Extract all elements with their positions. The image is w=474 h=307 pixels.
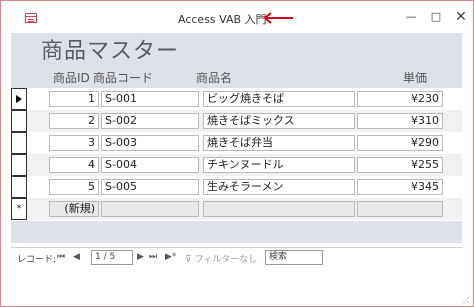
table-row[interactable]: 3 S-003 焼きそば弁当 ¥290: [11, 132, 462, 154]
current-record-pointer-icon: [16, 95, 22, 103]
product-code-field[interactable]: S-001: [101, 91, 199, 107]
table-row[interactable]: 4 S-004 チキンヌードル ¥255: [11, 154, 462, 176]
table-row[interactable]: 2 S-002 焼きそばミックス ¥310: [11, 110, 462, 132]
search-input[interactable]: 検索: [265, 250, 323, 265]
record-label: レコード:: [17, 255, 57, 265]
unit-price-field[interactable]: ¥310: [357, 113, 443, 129]
new-record-selector-icon[interactable]: *: [11, 198, 27, 220]
previous-record-icon[interactable]: ◀: [73, 252, 80, 262]
red-arrow-annotation: [263, 12, 293, 24]
new-record-icon[interactable]: ▶*: [165, 252, 176, 262]
window-title: Access VAB 入門: [178, 13, 267, 26]
product-id-field[interactable]: 4: [49, 157, 99, 173]
unit-price-field[interactable]: ¥290: [357, 135, 443, 151]
product-code-field[interactable]: S-002: [101, 113, 199, 129]
record-navigation-bar: レコード: ⏮ ◀ 1 / 5 ▶ ⏭ ▶* ⊽ フィルターなし 検索: [11, 247, 462, 268]
record-position-input[interactable]: 1 / 5: [91, 250, 133, 265]
title-bar[interactable]: Access VAB 入門 — □ ✕: [1, 1, 473, 33]
column-header-name: 商品名: [196, 71, 233, 85]
product-name-field[interactable]: チキンヌードル: [203, 157, 355, 173]
product-code-field[interactable]: S-003: [101, 135, 199, 151]
first-record-icon[interactable]: ⏮: [57, 252, 65, 262]
record-selector[interactable]: [11, 88, 27, 110]
product-id-field[interactable]: 2: [49, 113, 99, 129]
product-code-field[interactable]: [101, 201, 199, 217]
unit-price-field[interactable]: ¥230: [357, 91, 443, 107]
record-selector[interactable]: [11, 154, 27, 176]
record-selector[interactable]: [11, 176, 27, 198]
form-header-title: 商品マスター: [41, 39, 180, 64]
filter-label: フィルターなし: [194, 255, 258, 265]
product-name-field[interactable]: 生みそラーメン: [203, 179, 355, 195]
product-name-field[interactable]: 焼きそばミックス: [203, 113, 355, 129]
table-row[interactable]: 1 S-001 ビッグ焼きそば ¥230: [11, 88, 462, 110]
form-icon[interactable]: [25, 13, 37, 23]
access-window: Access VAB 入門 — □ ✕ 商品マスター 商品ID 商品コード 商品…: [0, 0, 474, 307]
last-record-icon[interactable]: ⏭: [149, 252, 157, 262]
unit-price-field[interactable]: ¥255: [357, 157, 443, 173]
next-record-icon[interactable]: ▶: [137, 252, 144, 262]
record-list: 1 S-001 ビッグ焼きそば ¥230 2 S-002 焼きそばミックス ¥3…: [11, 88, 462, 221]
filter-status-button[interactable]: ⊽ フィルターなし: [185, 252, 257, 265]
record-selector[interactable]: [11, 110, 27, 132]
record-selector[interactable]: [11, 132, 27, 154]
funnel-icon: ⊽: [185, 255, 192, 265]
product-id-field[interactable]: (新規): [49, 201, 99, 217]
table-row[interactable]: 5 S-005 生みそラーメン ¥345: [11, 176, 462, 198]
new-record-row[interactable]: * (新規): [11, 198, 462, 220]
product-code-field[interactable]: S-005: [101, 179, 199, 195]
minimize-button[interactable]: —: [397, 7, 425, 27]
column-header-id: 商品ID: [53, 71, 90, 85]
product-name-field[interactable]: ビッグ焼きそば: [203, 91, 355, 107]
unit-price-field[interactable]: [357, 201, 443, 217]
column-header-code: 商品コード: [93, 71, 154, 85]
product-name-field[interactable]: [203, 201, 355, 217]
product-id-field[interactable]: 5: [49, 179, 99, 195]
product-code-field[interactable]: S-004: [101, 157, 199, 173]
product-id-field[interactable]: 1: [49, 91, 99, 107]
resize-grip-icon[interactable]: [463, 297, 469, 303]
product-id-field[interactable]: 3: [49, 135, 99, 151]
close-button[interactable]: ✕: [447, 7, 474, 27]
column-header-price: 単価: [403, 71, 428, 85]
product-name-field[interactable]: 焼きそば弁当: [203, 135, 355, 151]
unit-price-field[interactable]: ¥345: [357, 179, 443, 195]
maximize-button[interactable]: □: [422, 7, 450, 27]
